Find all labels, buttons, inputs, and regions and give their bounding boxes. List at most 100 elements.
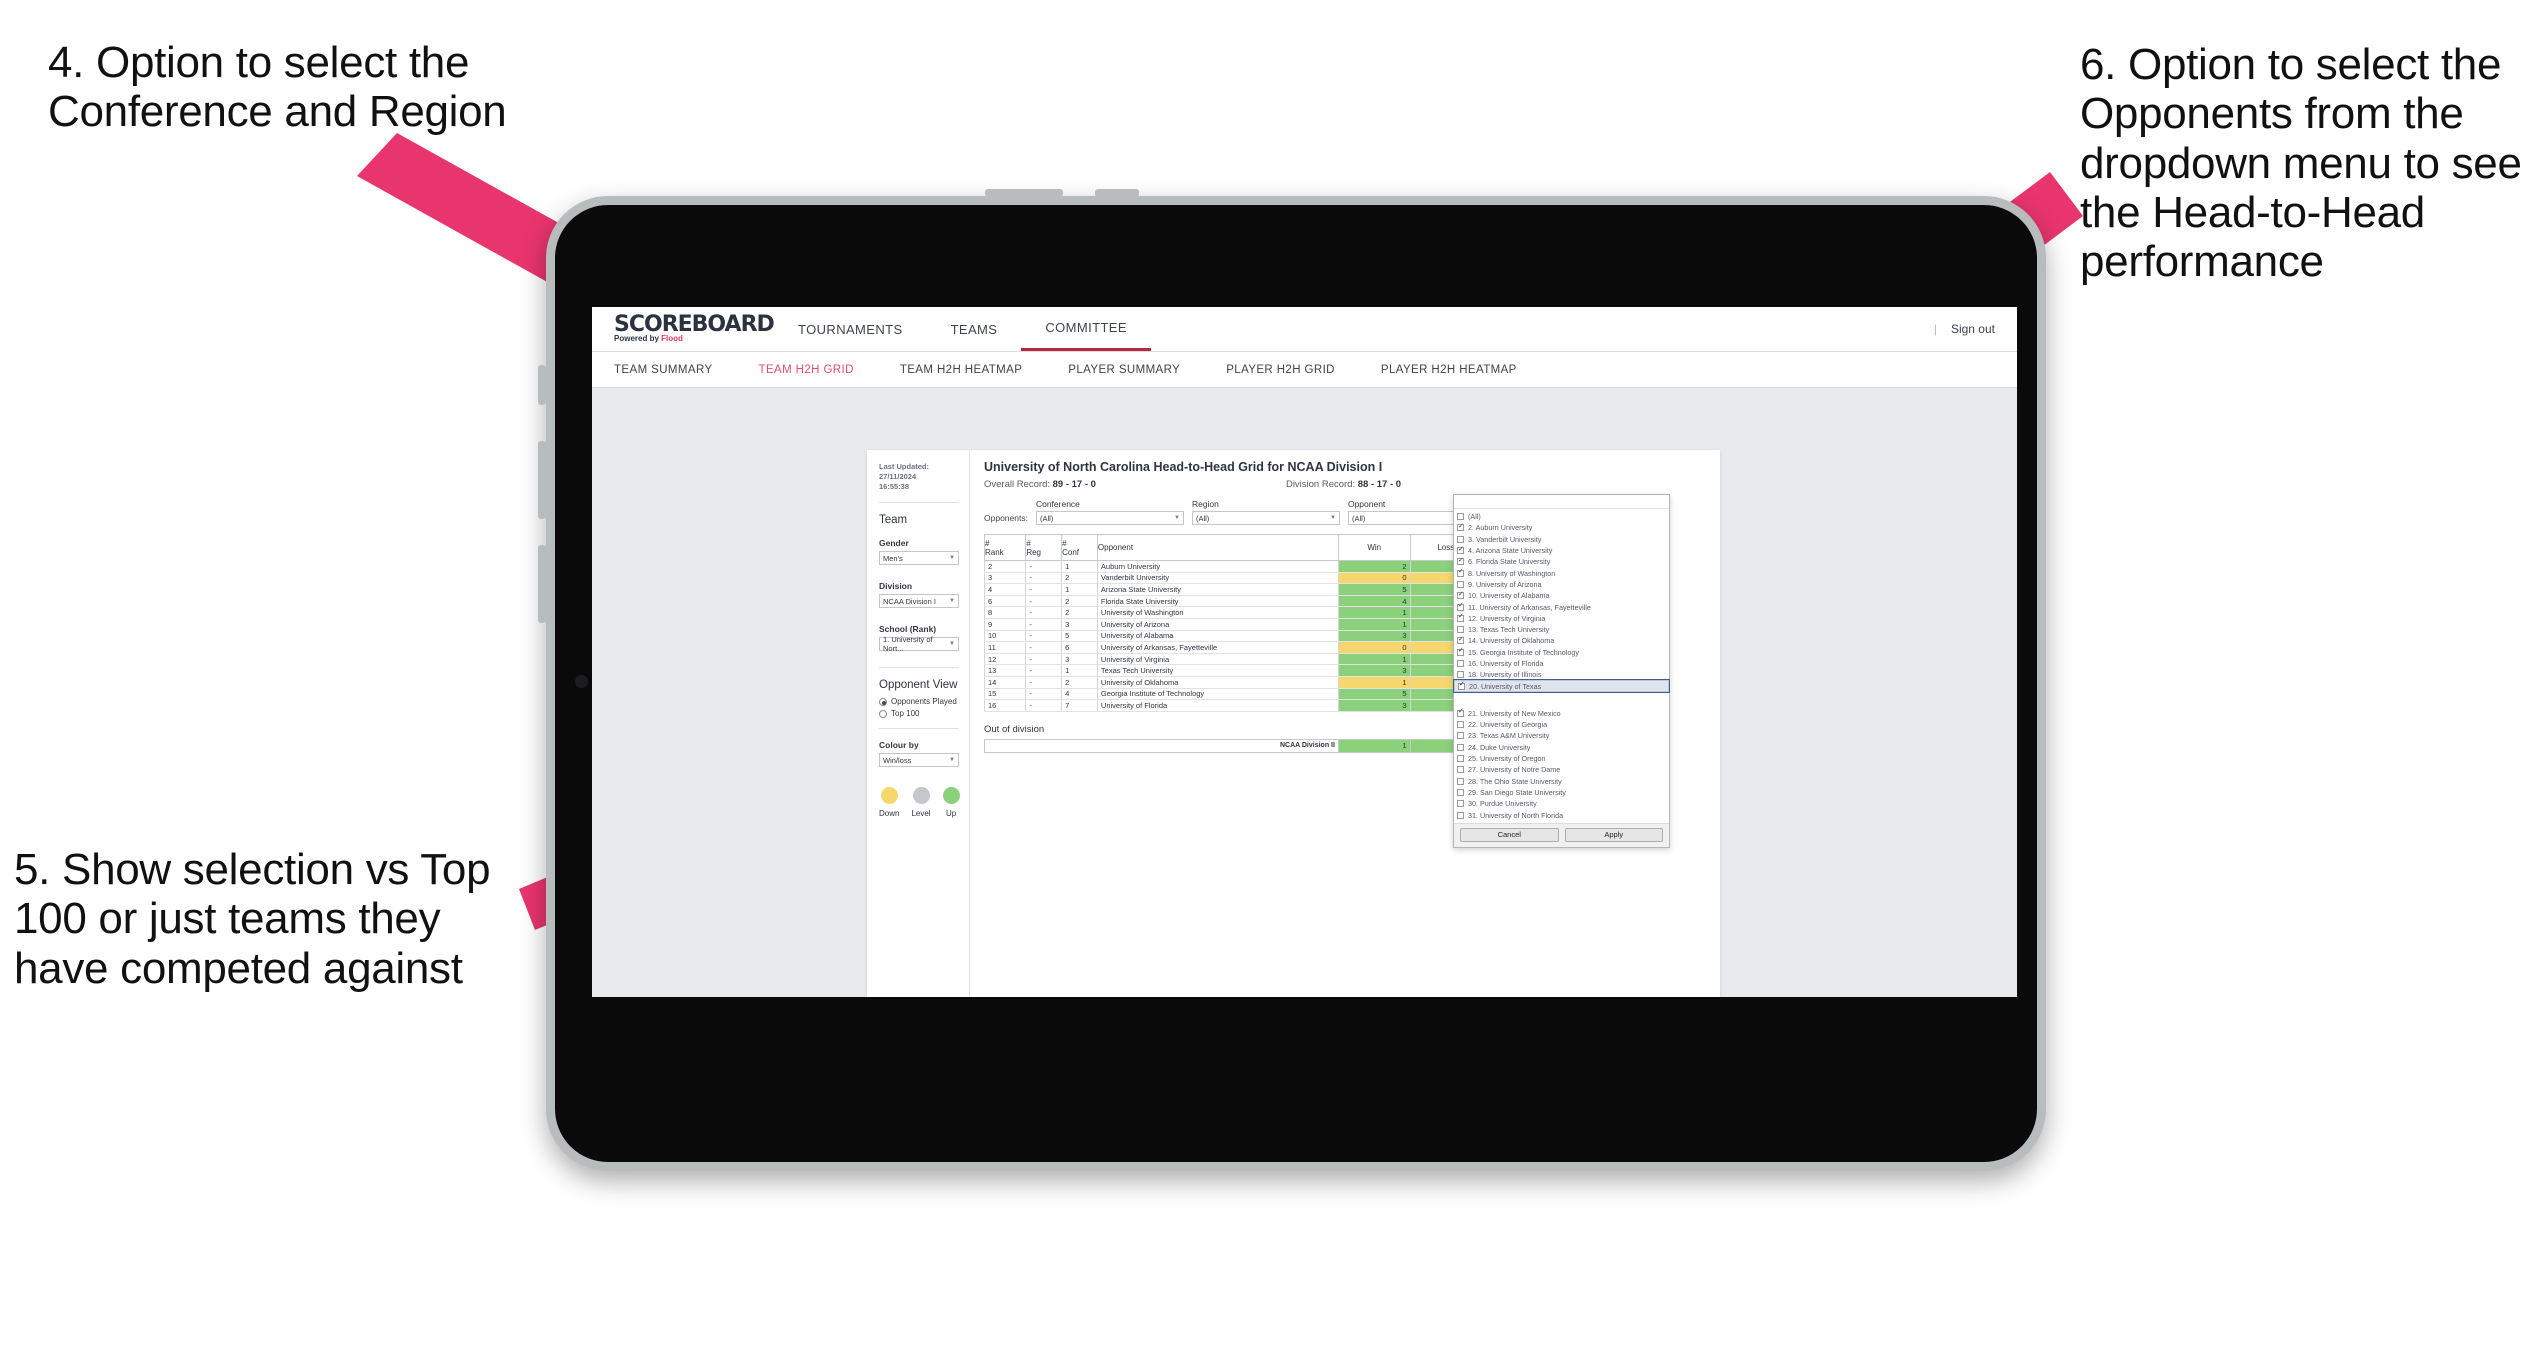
- checkbox-unchecked-icon[interactable]: [1457, 777, 1464, 785]
- nav-tournaments[interactable]: TOURNAMENTS: [774, 307, 927, 351]
- checkbox-checked-icon[interactable]: [1457, 708, 1464, 717]
- checkbox-unchecked-icon[interactable]: [1457, 743, 1464, 751]
- dropdown-option[interactable]: 22. University of Georgia: [1454, 719, 1669, 730]
- checkbox-unchecked-icon[interactable]: [1457, 800, 1464, 808]
- dropdown-option[interactable]: 10. University of Alabama: [1454, 590, 1669, 601]
- legend-up: Up: [942, 787, 960, 818]
- checkbox-unchecked-icon[interactable]: [1457, 732, 1464, 740]
- checkbox-unchecked-icon[interactable]: [1457, 811, 1464, 819]
- checkbox-checked-icon[interactable]: [1457, 546, 1464, 555]
- school-select[interactable]: 1. University of Nort... ▼: [879, 635, 959, 653]
- dropdown-option-list[interactable]: (All)2. Auburn University3. Vanderbilt U…: [1453, 509, 1670, 823]
- table-row[interactable]: 15-4Georgia Institute of Technology50: [983, 688, 1529, 701]
- power-button[interactable]: [538, 365, 546, 405]
- dropdown-option[interactable]: 2. Auburn University: [1454, 522, 1669, 533]
- checkbox-checked-icon[interactable]: [1458, 681, 1465, 690]
- dropdown-option[interactable]: 20. University of Texas: [1453, 679, 1670, 693]
- division-select[interactable]: NCAA Division I ▼: [879, 594, 959, 609]
- dropdown-option[interactable]: 8. University of Washington: [1454, 567, 1669, 578]
- gender-select[interactable]: Men's ▼: [879, 551, 959, 566]
- dropdown-option[interactable]: 31. University of North Florida: [1454, 809, 1669, 820]
- table-row[interactable]: 14-2University of Oklahoma12: [983, 676, 1529, 689]
- checkbox-checked-icon[interactable]: [1457, 613, 1464, 622]
- checkbox-checked-icon[interactable]: [1457, 568, 1464, 577]
- radio-top-100[interactable]: Top 100: [879, 709, 959, 718]
- dropdown-option[interactable]: 24. Duke University: [1454, 742, 1669, 753]
- region-select[interactable]: (All) ▼: [1191, 511, 1340, 525]
- dropdown-option[interactable]: 14. University of Oklahoma: [1454, 635, 1669, 646]
- dropdown-option[interactable]: 6. Florida State University: [1454, 556, 1669, 567]
- dropdown-option[interactable]: 15. Georgia Institute of Technology: [1454, 647, 1669, 658]
- volume-down-button[interactable]: [1095, 189, 1139, 197]
- checkbox-unchecked-icon[interactable]: [1457, 755, 1464, 763]
- table-row[interactable]: 2-1Auburn University21: [983, 560, 1529, 573]
- table-row[interactable]: 8-2University of Washington10: [983, 606, 1529, 619]
- checkbox-checked-icon[interactable]: [1457, 602, 1464, 611]
- table-row[interactable]: 10-5University of Alabama30: [983, 630, 1529, 643]
- col-opponent[interactable]: Opponent: [1096, 534, 1339, 561]
- dropdown-search-input[interactable]: [1454, 495, 1669, 509]
- dropdown-option[interactable]: 18. University of Illinois: [1454, 669, 1669, 680]
- table-row[interactable]: 11-6 University of Arkansas, Fayetteville…: [983, 641, 1529, 654]
- dropdown-option[interactable]: 27. University of Notre Dame: [1454, 764, 1669, 775]
- table-row[interactable]: 6-2Florida State University42: [983, 595, 1529, 608]
- dropdown-option[interactable]: 16. University of Florida: [1454, 658, 1669, 669]
- table-row[interactable]: 12-3University of Virginia10: [983, 653, 1529, 666]
- checkbox-unchecked-icon[interactable]: [1457, 513, 1464, 521]
- dropdown-option[interactable]: 21. University of New Mexico: [1454, 708, 1669, 719]
- checkbox-checked-icon[interactable]: [1457, 557, 1464, 566]
- table-row[interactable]: 13-1Texas Tech University30: [983, 664, 1529, 677]
- side-button-3[interactable]: [538, 545, 546, 623]
- nav-teams[interactable]: TEAMS: [927, 307, 1022, 351]
- dropdown-option[interactable]: 12. University of Virginia: [1454, 613, 1669, 624]
- subnav-team-summary[interactable]: TEAM SUMMARY: [614, 364, 736, 376]
- checkbox-unchecked-icon[interactable]: [1457, 660, 1464, 667]
- checkbox-checked-icon[interactable]: [1457, 591, 1464, 600]
- dropdown-option[interactable]: 25. University of Oregon: [1454, 753, 1669, 764]
- cancel-button[interactable]: Cancel: [1460, 827, 1559, 842]
- checkbox-unchecked-icon[interactable]: [1457, 788, 1464, 796]
- subnav-team-h2h-heatmap[interactable]: TEAM H2H HEATMAP: [877, 364, 1045, 376]
- table-row[interactable]: 3-2Vanderbilt University04: [983, 572, 1529, 585]
- checkbox-checked-icon[interactable]: [1457, 523, 1464, 532]
- dropdown-option[interactable]: 4. Arizona State University: [1454, 545, 1669, 556]
- col-conf[interactable]: # Conf: [1061, 534, 1098, 561]
- col-rank[interactable]: # Rank: [983, 534, 1027, 561]
- dropdown-option[interactable]: 11. University of Arkansas, Fayetteville: [1454, 601, 1669, 612]
- volume-up-button[interactable]: [985, 189, 1063, 197]
- checkbox-unchecked-icon[interactable]: [1457, 766, 1464, 774]
- table-row[interactable]: 9-3University of Arizona10: [983, 618, 1529, 631]
- table-row[interactable]: 4-1Arizona State University51: [983, 583, 1529, 596]
- table-row[interactable]: 16-7University of Florida31: [983, 699, 1529, 712]
- sign-out-link[interactable]: Sign out: [1951, 322, 1995, 336]
- checkbox-checked-icon[interactable]: [1457, 636, 1464, 645]
- checkbox-unchecked-icon[interactable]: [1457, 580, 1464, 588]
- subnav-team-h2h-grid[interactable]: TEAM H2H GRID: [736, 364, 877, 376]
- table-row[interactable]: NCAA Division II 1 0: [984, 738, 1529, 753]
- dropdown-option[interactable]: 23. Texas A&M University: [1454, 730, 1669, 741]
- checkbox-unchecked-icon[interactable]: [1457, 626, 1464, 634]
- subnav-player-h2h-heatmap[interactable]: PLAYER H2H HEATMAP: [1358, 364, 1540, 376]
- side-button-2[interactable]: [538, 441, 546, 519]
- col-win[interactable]: Win: [1337, 534, 1411, 561]
- apply-button[interactable]: Apply: [1564, 827, 1663, 842]
- conference-select[interactable]: (All) ▼: [1035, 511, 1184, 525]
- subnav-player-h2h-grid[interactable]: PLAYER H2H GRID: [1203, 364, 1358, 376]
- nav-committee[interactable]: COMMITTEE: [1021, 307, 1151, 351]
- dropdown-option[interactable]: 29. San Diego State University: [1454, 787, 1669, 798]
- checkbox-unchecked-icon[interactable]: [1457, 671, 1464, 679]
- subnav-player-summary[interactable]: PLAYER SUMMARY: [1045, 364, 1203, 376]
- dropdown-option[interactable]: 28. The Ohio State University: [1454, 776, 1669, 787]
- col-reg[interactable]: # Reg: [1025, 534, 1063, 561]
- colour-by-select[interactable]: Win/loss ▼: [879, 753, 959, 768]
- checkbox-unchecked-icon[interactable]: [1457, 721, 1464, 729]
- dropdown-option[interactable]: 13. Texas Tech University: [1454, 624, 1669, 635]
- radio-opponents-played[interactable]: Opponents Played: [879, 697, 959, 706]
- dropdown-option[interactable]: 3. Vanderbilt University: [1454, 534, 1669, 545]
- checkbox-checked-icon[interactable]: [1457, 647, 1464, 656]
- dropdown-option[interactable]: 30. Purdue University: [1454, 798, 1669, 809]
- dropdown-option[interactable]: (All): [1454, 511, 1669, 522]
- dropdown-option[interactable]: 9. University of Arizona: [1454, 579, 1669, 590]
- checkbox-unchecked-icon[interactable]: [1457, 535, 1464, 543]
- scoreboard-logo[interactable]: SCOREBOARD Powered by Flood: [614, 313, 775, 343]
